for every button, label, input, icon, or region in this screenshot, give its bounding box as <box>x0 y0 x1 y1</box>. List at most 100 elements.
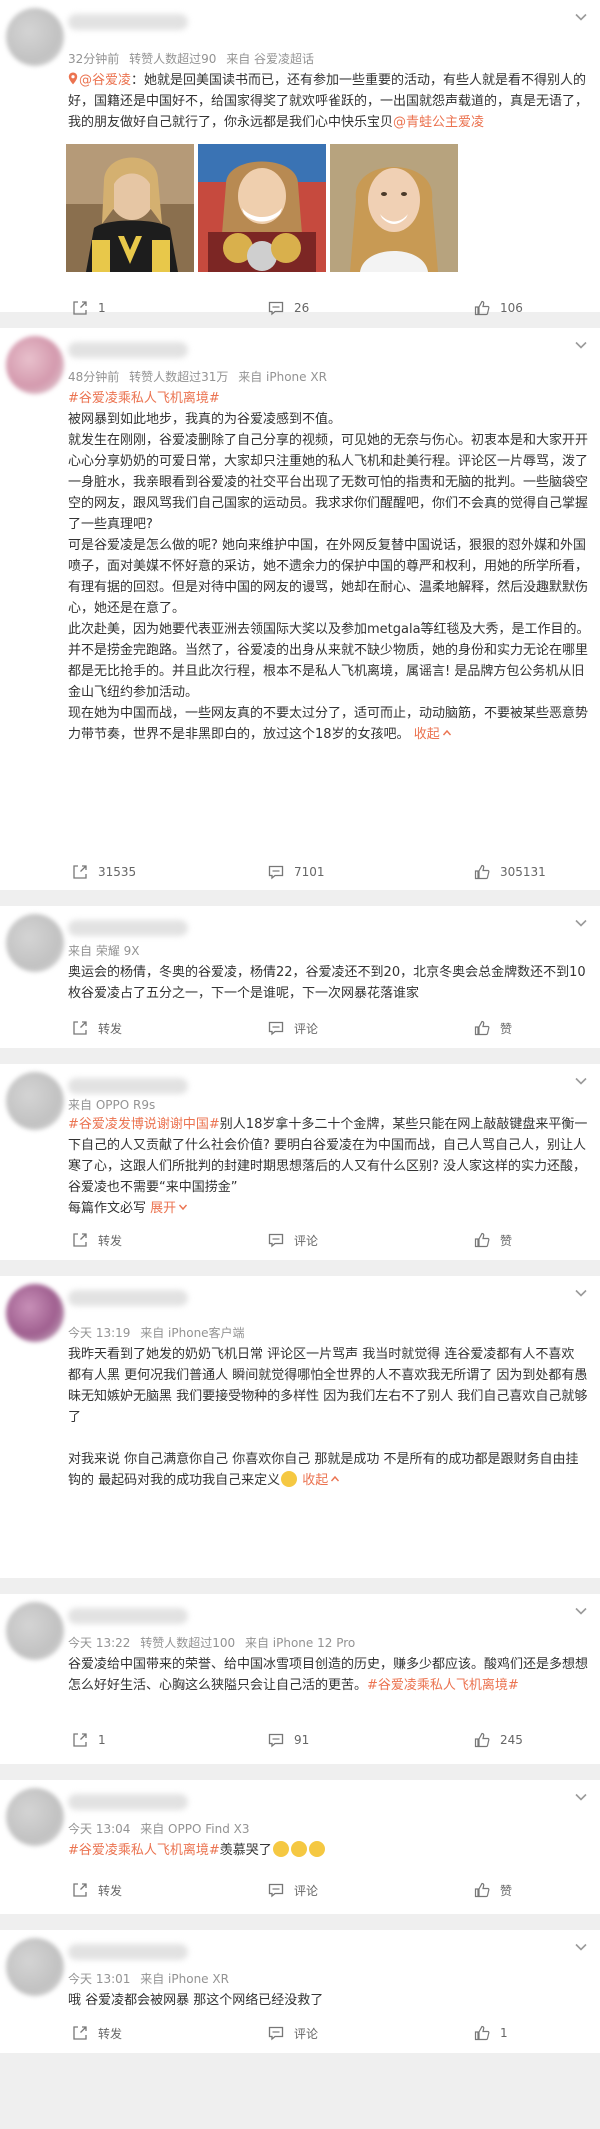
post-body: #谷爱凌发博说谢谢中国#别人18岁拿十多二十个金牌，某些只能在网上敲敲键盘来平衡… <box>68 1114 590 1219</box>
mention-link[interactable]: @谷爱凌 <box>79 73 131 88</box>
post-photo[interactable] <box>66 144 194 272</box>
like-button[interactable]: 赞 <box>394 1882 600 1899</box>
comment-button[interactable]: 评论 <box>198 1020 394 1037</box>
username-blurred[interactable] <box>68 1608 188 1624</box>
repost-button[interactable]: 1 <box>0 300 198 316</box>
repost-button[interactable]: 31535 <box>0 864 198 880</box>
post-photo[interactable] <box>198 144 326 272</box>
avatar[interactable] <box>6 8 64 66</box>
username-blurred[interactable] <box>68 1290 188 1306</box>
post-text: 每篇作文必写 <box>68 1201 147 1216</box>
comment-icon <box>268 1233 284 1248</box>
comment-button[interactable]: 评论 <box>198 2025 394 2042</box>
like-icon <box>474 1232 490 1248</box>
avatar[interactable] <box>6 1284 64 1342</box>
collapse-link[interactable]: 收起 <box>302 1473 340 1488</box>
comment-label: 评论 <box>294 1233 319 1248</box>
like-button[interactable]: 305131 <box>394 864 600 880</box>
comment-button[interactable]: 评论 <box>198 1882 394 1899</box>
post-time: 今天 13:19 <box>68 1326 131 1340</box>
avatar[interactable] <box>6 336 64 394</box>
like-button[interactable]: 1 <box>394 2025 600 2041</box>
post-paragraph: 现在她为中国而战，一些网友真的不要太过分了，适可而止，动动脑筋，不要被某些恶意势… <box>68 706 589 742</box>
post-time: 32分钟前 <box>68 52 120 66</box>
chevron-down-icon[interactable] <box>572 8 590 26</box>
avatar[interactable] <box>6 1788 64 1846</box>
repost-stats: 转赞人数超过31万 <box>129 370 229 384</box>
like-button[interactable]: 245 <box>394 1732 600 1748</box>
topic-tag[interactable]: #谷爱凌发博说谢谢中国# <box>68 1117 220 1132</box>
comment-label: 评论 <box>294 1883 319 1898</box>
post-meta: 来自 OPPO R9s <box>68 1096 161 1113</box>
like-label: 赞 <box>500 1233 513 1248</box>
topic-tag[interactable]: #谷爱凌乘私人飞机离境# <box>68 1843 220 1858</box>
username-blurred[interactable] <box>68 1794 188 1810</box>
post-source[interactable]: 来自 荣耀 9X <box>68 944 140 958</box>
username-blurred[interactable] <box>68 342 188 358</box>
repost-button[interactable]: 转发 <box>0 1882 198 1899</box>
location-pin-icon <box>68 72 78 85</box>
crying-emoji-icon <box>290 1841 307 1857</box>
avatar[interactable] <box>6 914 64 972</box>
repost-icon <box>73 2026 87 2040</box>
expand-link[interactable]: 展开 <box>150 1201 188 1216</box>
comment-button[interactable]: 26 <box>198 300 394 316</box>
username-blurred[interactable] <box>68 14 188 30</box>
comment-button[interactable]: 91 <box>198 1732 394 1748</box>
post-source[interactable]: 来自 OPPO Find X3 <box>140 1822 249 1836</box>
post-photo[interactable] <box>330 144 458 272</box>
like-icon <box>474 1732 490 1748</box>
post-text: ：她就是回美国读书而已，还有参加一些重要的活动，有些人就是看不得别人的好，国籍还… <box>68 73 589 130</box>
comment-button[interactable]: 评论 <box>198 1232 394 1249</box>
like-count: 106 <box>500 301 523 315</box>
like-button[interactable]: 赞 <box>394 1020 600 1037</box>
repost-button[interactable]: 转发 <box>0 1232 198 1249</box>
repost-label: 转发 <box>98 1883 123 1898</box>
repost-button[interactable]: 转发 <box>0 1020 198 1037</box>
post-source[interactable]: 来自 iPhone XR <box>140 1972 229 1986</box>
chevron-down-icon[interactable] <box>572 1602 590 1620</box>
mention-link[interactable]: @青蛙公主爱凌 <box>393 115 484 130</box>
repost-button[interactable]: 转发 <box>0 2025 198 2042</box>
post-source[interactable]: 来自 iPhone XR <box>238 370 327 384</box>
comment-button[interactable]: 7101 <box>198 864 394 880</box>
avatar[interactable] <box>6 1938 64 1996</box>
repost-label: 转发 <box>98 1021 123 1036</box>
avatar[interactable] <box>6 1602 64 1660</box>
comment-icon <box>268 301 284 316</box>
chevron-down-icon[interactable] <box>572 1072 590 1090</box>
post-source[interactable]: 来自 谷爱凌超话 <box>226 52 314 66</box>
topic-tag[interactable]: #谷爱凌乘私人飞机离境# <box>367 1678 519 1693</box>
repost-button[interactable]: 1 <box>0 1732 198 1748</box>
avatar[interactable] <box>6 1072 64 1130</box>
chevron-down-icon[interactable] <box>572 1938 590 1956</box>
repost-label: 转发 <box>98 1233 123 1248</box>
comment-icon <box>268 865 284 880</box>
like-button[interactable]: 106 <box>394 300 600 316</box>
topic-tag[interactable]: #谷爱凌乘私人飞机离境# <box>68 391 220 406</box>
comment-icon <box>268 1021 284 1036</box>
chevron-down-icon[interactable] <box>572 1788 590 1806</box>
post-meta: 32分钟前 转赞人数超过90 来自 谷爱凌超话 <box>68 50 320 67</box>
username-blurred[interactable] <box>68 1078 188 1094</box>
username-blurred[interactable] <box>68 1944 188 1960</box>
post-meta: 今天 13:04 来自 OPPO Find X3 <box>68 1820 255 1837</box>
action-bar: 31535 7101 305131 <box>0 854 600 890</box>
post-source[interactable]: 来自 iPhone客户端 <box>140 1326 244 1340</box>
username-blurred[interactable] <box>68 920 188 936</box>
photo-grid <box>66 144 458 272</box>
like-button[interactable]: 赞 <box>394 1232 600 1249</box>
post-time: 今天 13:01 <box>68 1972 131 1986</box>
chevron-down-icon[interactable] <box>572 914 590 932</box>
like-label: 赞 <box>500 1883 513 1898</box>
post-body: 谷爱凌给中国带来的荣誉、给中国冰雪项目创造的历史，赚多少都应该。酸鸡们还是多想想… <box>68 1654 590 1696</box>
post-source[interactable]: 来自 OPPO R9s <box>68 1098 155 1112</box>
chevron-down-icon[interactable] <box>572 336 590 354</box>
post-source[interactable]: 来自 iPhone 12 Pro <box>245 1636 355 1650</box>
collapse-link[interactable]: 收起 <box>414 727 452 742</box>
repost-icon <box>73 865 87 879</box>
post-meta: 来自 荣耀 9X <box>68 942 146 959</box>
chevron-down-icon[interactable] <box>572 1284 590 1302</box>
post-card: 来自 荣耀 9X 奥运会的杨倩，冬奥的谷爱凌，杨倩22，谷爱凌还不到20，北京冬… <box>0 906 600 1048</box>
repost-stats: 转赞人数超过90 <box>129 52 217 66</box>
